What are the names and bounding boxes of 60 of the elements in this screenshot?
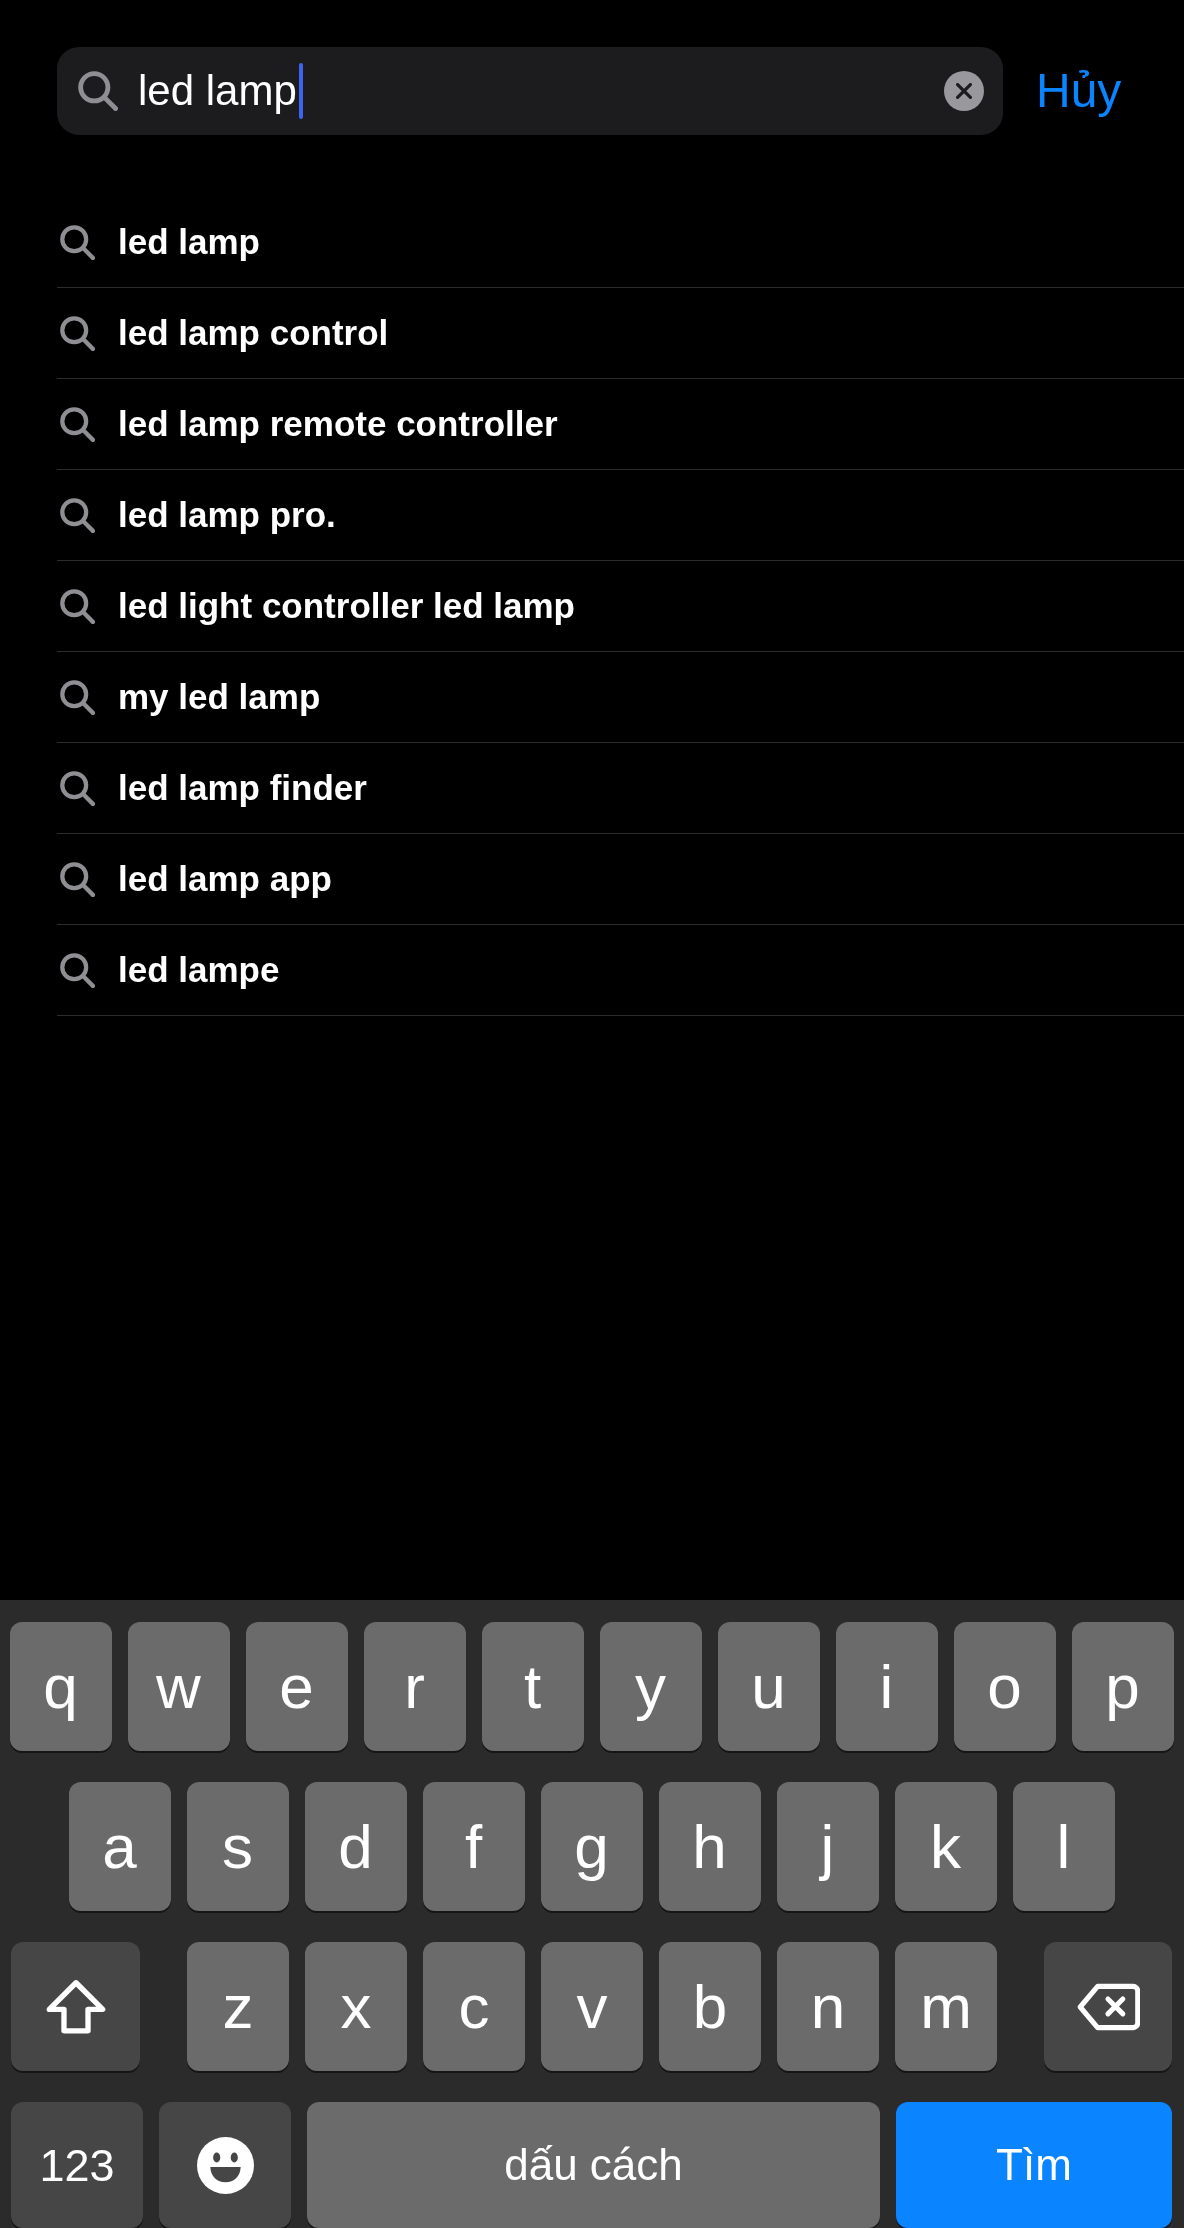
letter-key[interactable]: k xyxy=(894,1782,997,1911)
suggestion-item[interactable]: led lamp finder xyxy=(57,743,1184,834)
search-query: led lamp xyxy=(138,70,297,112)
letter-key[interactable]: u xyxy=(717,1622,820,1751)
suggestion-item[interactable]: led light controller led lamp xyxy=(57,561,1184,652)
search-field[interactable]: led lamp xyxy=(57,47,1003,135)
letter-key[interactable]: p xyxy=(1071,1622,1174,1751)
search-icon xyxy=(60,861,95,897)
letter-key[interactable]: h xyxy=(658,1782,761,1911)
letter-key[interactable]: m xyxy=(895,1942,997,2071)
letter-key[interactable]: d xyxy=(304,1782,407,1911)
space-key[interactable]: dấu cách xyxy=(307,2102,880,2228)
letter-key[interactable]: c xyxy=(423,1942,525,2071)
search-icon xyxy=(60,315,95,351)
letter-key[interactable]: q xyxy=(9,1622,112,1751)
letter-key[interactable]: z xyxy=(187,1942,289,2071)
cancel-button[interactable]: Hủy xyxy=(1036,63,1122,119)
suggestion-item[interactable]: led lampe xyxy=(57,925,1184,1016)
search-icon xyxy=(60,406,95,442)
backspace-icon xyxy=(1076,1981,1140,2032)
close-icon xyxy=(956,83,972,99)
search-icon xyxy=(60,770,95,806)
backspace-key[interactable] xyxy=(1044,1942,1172,2071)
letter-key[interactable]: e xyxy=(245,1622,348,1751)
letter-key[interactable]: x xyxy=(305,1942,407,2071)
search-icon xyxy=(78,71,118,111)
clear-button[interactable] xyxy=(944,71,984,111)
shift-key[interactable] xyxy=(11,1942,140,2071)
suggestion-item[interactable]: led lamp pro. xyxy=(57,470,1184,561)
letter-key[interactable]: a xyxy=(68,1782,171,1911)
letter-key[interactable]: g xyxy=(540,1782,643,1911)
letter-key[interactable]: t xyxy=(481,1622,584,1751)
emoji-key[interactable] xyxy=(159,2102,291,2228)
suggestion-item[interactable]: my led lamp xyxy=(57,652,1184,743)
suggestion-item[interactable]: led lamp remote controller xyxy=(57,379,1184,470)
letter-key[interactable]: n xyxy=(777,1942,879,2071)
letter-key[interactable]: i xyxy=(835,1622,938,1751)
numbers-key[interactable]: 123 xyxy=(11,2102,143,2228)
letter-key[interactable]: f xyxy=(422,1782,525,1911)
search-icon xyxy=(60,952,95,988)
suggestion-item[interactable]: led lamp app xyxy=(57,834,1184,925)
search-icon xyxy=(60,497,95,533)
letter-key[interactable]: r xyxy=(363,1622,466,1751)
letter-key[interactable]: w xyxy=(127,1622,230,1751)
letter-key[interactable]: j xyxy=(776,1782,879,1911)
text-cursor-icon xyxy=(298,63,303,119)
search-icon xyxy=(60,679,95,715)
letter-key[interactable]: v xyxy=(541,1942,643,2071)
search-icon xyxy=(60,224,95,260)
search-key[interactable]: Tìm xyxy=(896,2102,1172,2228)
letter-key[interactable]: l xyxy=(1012,1782,1115,1911)
shift-icon xyxy=(45,1979,106,2034)
letter-key[interactable]: s xyxy=(186,1782,289,1911)
smiley-icon xyxy=(196,2136,254,2194)
suggestion-item[interactable]: led lamp xyxy=(57,197,1184,288)
letter-key[interactable]: o xyxy=(953,1622,1056,1751)
search-icon xyxy=(60,588,95,624)
letter-key[interactable]: y xyxy=(599,1622,702,1751)
letter-key[interactable]: b xyxy=(659,1942,761,2071)
suggestion-item[interactable]: led lamp control xyxy=(57,288,1184,379)
